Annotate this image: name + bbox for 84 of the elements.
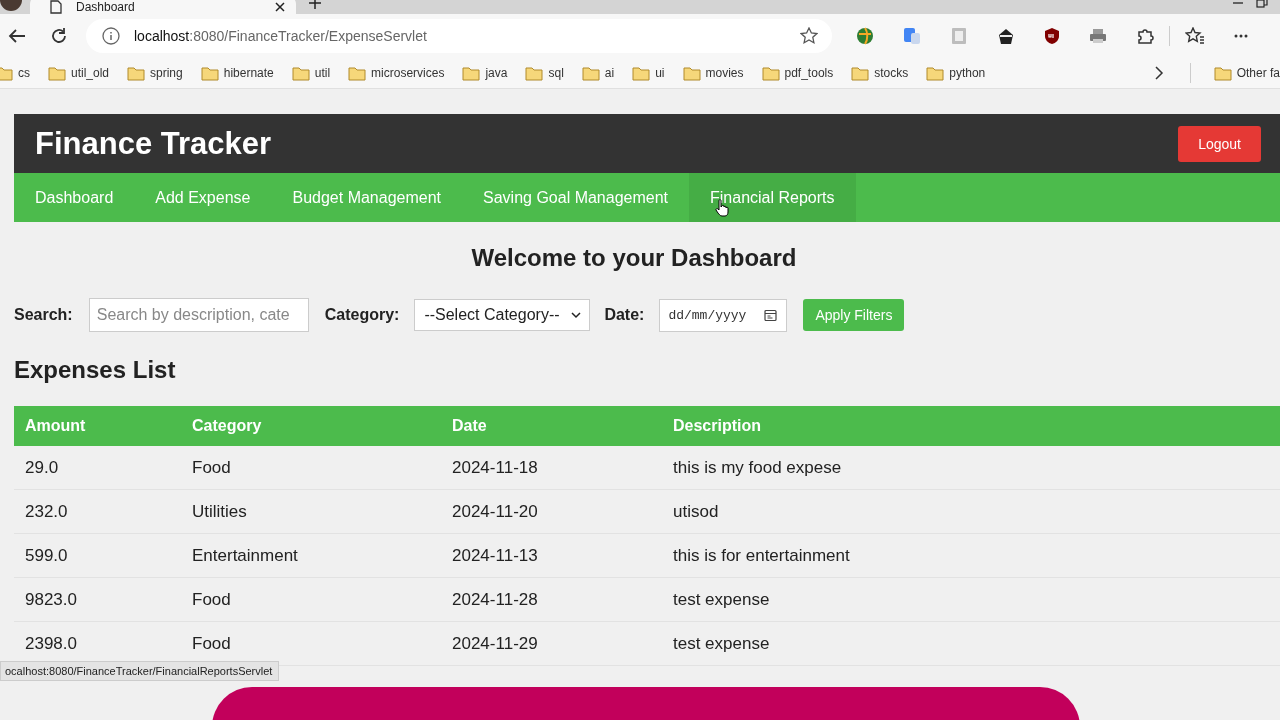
folder-icon [291,65,310,81]
folder-icon [462,65,481,81]
section-title: Expenses List [14,356,177,384]
table-cell: 2024-11-29 [441,621,662,666]
shield-icon[interactable] [1044,27,1060,45]
folder-icon [348,65,367,81]
bookmark-folder[interactable]: spring [118,65,192,81]
folder-icon [761,65,780,81]
status-url: ocalhost:8080/FinanceTracker/FinancialReportsServlet [0,661,280,681]
table-cell: 2024-11-20 [441,489,662,534]
bookmark-folder[interactable]: cs [0,65,39,81]
more-icon[interactable] [1234,34,1248,38]
bookmark-folder[interactable]: util_old [39,65,119,81]
column-header: Date [441,406,662,446]
folder-icon [581,65,600,81]
favorites-icon[interactable] [1185,27,1205,45]
folder-icon [632,65,651,81]
table-cell: Food [181,446,441,490]
bookmark-folder[interactable]: hibernate [191,65,283,81]
new-tab-icon[interactable] [308,0,322,10]
table-cell: 2024-11-13 [441,533,662,578]
folder-icon [1213,65,1232,81]
bookmark-folder[interactable]: movies [673,65,753,81]
table-cell: 2024-11-28 [441,577,662,622]
app-title: Finance Tracker [35,125,272,162]
translate-icon[interactable] [903,27,921,45]
folder-icon [127,65,146,81]
folder-icon [525,65,544,81]
column-header: Amount [14,406,181,446]
tab-title: Dashboard [76,0,136,14]
bookmark-folder[interactable]: microservices [339,65,454,81]
table-cell: 2024-11-18 [441,446,662,490]
table-cell: utisod [662,489,1280,534]
table-cell: 29.0 [14,446,181,490]
globe-icon[interactable] [856,27,874,45]
table-cell: Food [181,577,441,622]
table-cell: 9823.0 [14,577,181,622]
restore-icon[interactable] [1256,0,1268,9]
page-heading: Welcome to your Dashboard [470,244,798,273]
table-cell: test expense [662,621,1280,666]
folder-icon [851,65,870,81]
info-icon [102,27,120,45]
puzzle-icon[interactable] [1136,27,1154,45]
address-bar[interactable]: localhost:8080/FinanceTracker/ExpenseServlet [86,19,832,53]
bookmark-folder[interactable]: ai [572,65,624,81]
search-field[interactable]: Search by description, cate [88,298,309,332]
bookmark-folder[interactable]: pdf_tools [752,65,843,81]
column-header: Description [662,406,1280,446]
folder-icon [926,65,945,81]
date-label: Date: [604,306,645,324]
bookmark-folder[interactable]: java [453,65,517,81]
reload-icon[interactable] [50,27,68,45]
bookmark-folder[interactable]: Other fa [1204,65,1280,81]
table-cell: this is my food expese [662,446,1280,490]
column-header: Category [181,406,441,446]
printer-icon[interactable] [1089,28,1107,44]
bookmark-folder[interactable]: ui [623,65,674,81]
chevron-right-icon[interactable] [1153,66,1164,80]
folder-icon [682,65,701,81]
table-cell: Entertainment [181,533,441,578]
back-icon[interactable] [8,28,26,44]
table-cell: 232.0 [14,489,181,534]
folder-icon [48,65,66,81]
table-cell: Utilities [181,489,441,534]
table-cell: this is for entertainment [662,533,1280,578]
table-cell: 599.0 [14,533,181,578]
bookmark-folder[interactable]: python [917,65,995,81]
folder-icon [0,65,13,81]
date-field[interactable]: dd/mm/yyyy [659,298,788,332]
caret-icon [571,311,582,319]
category-select[interactable]: --Select Category-- [414,299,591,331]
bookmark-folder[interactable]: util [282,65,340,81]
category-label: Category: [324,306,400,324]
folder-icon [200,65,219,81]
search-label: Search: [14,306,73,324]
url-text: localhost:8080/FinanceTracker/ExpenseServlet [134,28,427,44]
close-icon[interactable] [274,1,286,13]
logout-button[interactable]: Logout [1178,125,1261,162]
page-icon [50,0,62,14]
bookmark-folder[interactable]: stocks [842,65,918,81]
calendar-icon [764,308,778,322]
star-icon[interactable] [800,27,818,45]
bookmark-folder[interactable]: sql [516,65,573,81]
table-cell: test expense [662,577,1280,622]
